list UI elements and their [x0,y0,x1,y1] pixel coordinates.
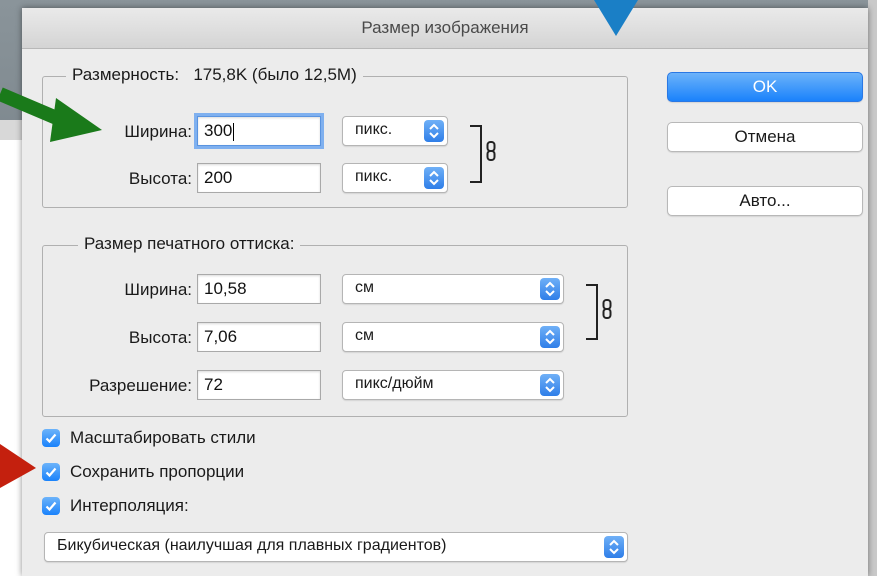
green-arrow-icon [0,87,102,142]
resolution-value: 72 [204,375,223,394]
scale-styles-checkbox[interactable] [42,429,60,447]
print-height-value: 7,06 [204,327,238,346]
pixel-width-unit: пикс. [355,121,393,138]
stepper-icon [604,536,624,558]
print-height-label: Высота: [128,328,192,347]
pixel-width-value: 300 [204,121,233,140]
print-height-unit-select[interactable]: см [342,322,564,352]
constrain-proportions-label[interactable]: Сохранить пропорции [70,462,244,482]
titlebar[interactable]: Размер изображения [22,8,868,49]
pixel-constrain-bracket [470,125,482,183]
blue-arrow-icon [594,0,638,36]
resolution-unit: пикс/дюйм [355,375,434,392]
red-arrow-icon [0,444,36,488]
resolution-label: Разрешение: [89,376,192,395]
print-width-input[interactable]: 10,58 [197,274,321,304]
print-height-unit: см [355,327,374,344]
constrain-proportions-checkbox[interactable] [42,463,60,481]
print-constrain-bracket [586,284,598,340]
pixel-width-unit-select[interactable]: пикс. [342,116,448,146]
pixel-dimensions-legend: Размерность: 175,8K (было 12,5M) [66,65,363,85]
resample-method-select[interactable]: Бикубическая (наилучшая для плавных град… [44,532,628,562]
print-size-legend: Размер печатного оттиска: [78,234,301,254]
stepper-icon [540,326,560,348]
background-scroll-strip [868,0,877,576]
checkmark-icon [45,433,57,444]
cancel-button[interactable]: Отмена [667,122,863,152]
pixel-height-label: Высота: [128,169,192,188]
stepper-icon [424,120,444,142]
text-caret [233,122,235,141]
resolution-unit-select[interactable]: пикс/дюйм [342,370,564,400]
resample-label[interactable]: Интерполяция: [70,496,189,516]
print-width-unit: см [355,279,374,296]
resolution-input[interactable]: 72 [197,370,321,400]
print-height-input[interactable]: 7,06 [197,322,321,352]
pixel-height-input[interactable]: 200 [197,163,321,193]
resample-method-value: Бикубическая (наилучшая для плавных град… [57,537,447,554]
stepper-icon [424,167,444,189]
print-width-unit-select[interactable]: см [342,274,564,304]
ok-button[interactable]: OK [667,72,863,102]
pixel-height-value: 200 [204,168,233,187]
checkmark-icon [45,467,57,478]
image-size-dialog: Размер изображения Размерность: 175,8K (… [22,8,868,576]
scale-styles-label[interactable]: Масштабировать стили [70,428,256,448]
stepper-icon [540,374,560,396]
stepper-icon [540,278,560,300]
resample-checkbox[interactable] [42,497,60,515]
pixel-height-unit: пикс. [355,168,393,185]
checkmark-icon [45,501,57,512]
auto-button[interactable]: Авто... [667,186,863,216]
dialog-title: Размер изображения [361,18,529,37]
pixel-dimensions-value: 175,8K (было 12,5M) [193,65,357,84]
print-width-value: 10,58 [204,279,247,298]
chain-link-icon [486,141,496,161]
print-width-label: Ширина: [124,280,192,299]
chain-link-icon [602,299,612,319]
pixel-height-unit-select[interactable]: пикс. [342,163,448,193]
pixel-width-input[interactable]: 300 [194,113,324,149]
